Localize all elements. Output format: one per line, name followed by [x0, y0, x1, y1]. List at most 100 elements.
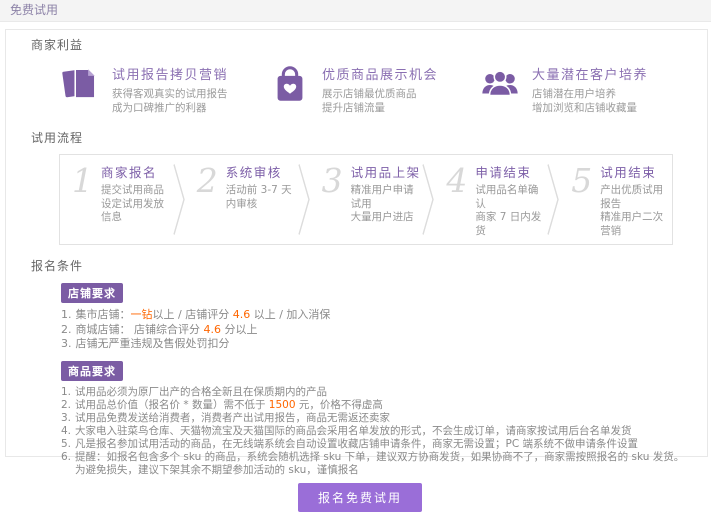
benefit-description: 提升店铺流量: [322, 101, 438, 115]
condition-item: 5.凡是报名参加试用活动的商品，在无线端系统会自动设置收藏店铺申请条件，商家无需…: [61, 438, 689, 451]
condition-item: 2. 试用品总价值（报名价 * 数量）需不低于 1500 元，价格不得虚高: [61, 399, 689, 412]
condition-segment: 凡是报名参加试用活动的商品，在无线端系统会自动设置收藏店铺申请条件，商家无需设置…: [75, 438, 638, 450]
condition-number: 6.: [61, 451, 71, 477]
condition-text: 凡是报名参加试用活动的商品，在无线端系统会自动设置收藏店铺申请条件，商家无需设置…: [75, 438, 689, 451]
conditions-heading: 报名条件: [31, 257, 689, 274]
step-title: 系统审核: [226, 162, 298, 181]
condition-segment: 试用品总价值（报名价 * 数量）需不低于: [75, 399, 269, 411]
step-description: 试用品名单确认: [475, 184, 547, 211]
condition-item: 1.集市店铺：一钻以上 / 店铺评分 4.6 以上 / 加入消保: [61, 308, 689, 323]
step-text: 商家报名提交试用商品设定试用发放信息: [101, 161, 173, 225]
condition-badge: 商品要求: [61, 361, 123, 381]
process-bar: 1商家报名提交试用商品设定试用发放信息2系统审核活动前 3-7 天内审核3试用品…: [59, 154, 673, 245]
condition-number: 1.: [61, 386, 71, 399]
footer: 报名免费试用: [31, 483, 689, 512]
highlighted-value: 4.6: [204, 323, 222, 336]
conditions-section: 报名条件 店铺要求 1.集市店铺：一钻以上 / 店铺评分 4.6 以上 / 加入消…: [31, 257, 689, 477]
condition-text: 提醒：如报名包含多个 sku 的商品，系统会随机选择 sku 下单，建议双方协商…: [75, 451, 689, 477]
step-number: 2: [197, 161, 218, 201]
condition-number: 3.: [61, 337, 72, 352]
step-number: 5: [571, 161, 592, 201]
benefit-text: 试用报告拷贝营销获得客观真实的试用报告成为口碑推广的利器: [112, 63, 228, 115]
condition-list: 1.集市店铺：一钻以上 / 店铺评分 4.6 以上 / 加入消保2. 商城店铺： …: [61, 308, 689, 352]
condition-segment: 提醒：如报名包含多个 sku 的商品，系统会随机选择 sku 下单，建议双方协商…: [75, 451, 684, 476]
benefits-heading: 商家利益: [31, 36, 689, 53]
condition-groups: 店铺要求1.集市店铺：一钻以上 / 店铺评分 4.6 以上 / 加入消保2.商城…: [31, 282, 689, 477]
process-section: 试用流程 1商家报名提交试用商品设定试用发放信息2系统审核活动前 3-7 天内审…: [31, 129, 689, 245]
condition-number: 1.: [61, 308, 72, 323]
process-step: 2系统审核活动前 3-7 天内审核: [185, 161, 298, 238]
condition-item: 1. 试用品必须为原厂出产的合格全新且在保质期内的产品: [61, 386, 689, 399]
condition-item: 4.大家电入驻菜鸟仓库、天猫物流宝及天猫国际的商品会采用名单发放的形式，不会生成…: [61, 425, 689, 438]
benefit-description: 展示店铺最优质商品: [322, 87, 438, 101]
condition-segment: 试用品必须为原厂出产的合格全新且在保质期内的产品: [75, 386, 327, 398]
condition-group: 店铺要求 1.集市店铺：一钻以上 / 店铺评分 4.6 以上 / 加入消保2. 商城…: [61, 282, 689, 352]
condition-segment: 店铺无严重违规及售假处罚扣分: [76, 337, 230, 350]
chevron-right-icon: [547, 161, 559, 238]
benefits-row: 试用报告拷贝营销获得客观真实的试用报告成为口碑推广的利器 优质商品展示机会展示店铺…: [59, 63, 689, 115]
highlighted-value: 一钻: [131, 308, 153, 321]
bag-heart-icon: [269, 63, 311, 105]
condition-text: 大家电入驻菜鸟仓库、天猫物流宝及天猫国际的商品会采用名单发放的形式，不会生成订单…: [75, 425, 689, 438]
benefit-description: 店铺潜在用户培养: [532, 87, 648, 101]
step-text: 申请结束试用品名单确认商家 7 日内发货: [475, 161, 547, 238]
condition-number: 3.: [61, 412, 71, 425]
benefit-title: 优质商品展示机会: [322, 64, 438, 83]
signup-button[interactable]: 报名免费试用: [298, 483, 422, 512]
condition-badge: 店铺要求: [61, 283, 123, 303]
benefit-item: 优质商品展示机会展示店铺最优质商品提升店铺流量: [269, 63, 479, 115]
chevron-right-icon: [173, 161, 185, 238]
benefit-description: 增加浏览和店铺收藏量: [532, 101, 648, 115]
step-text: 试用结束产出优质试用报告精准用户二次营销: [600, 161, 672, 238]
process-heading: 试用流程: [31, 129, 689, 146]
step-number: 1: [72, 161, 93, 201]
step-description: 商家 7 日内发货: [475, 211, 547, 238]
chevron-right-icon: [298, 161, 310, 238]
step-description: 设定试用发放信息: [101, 198, 173, 225]
page-title: 免费试用: [10, 3, 58, 17]
step-text: 系统审核活动前 3-7 天内审核: [226, 161, 298, 211]
process-step: 3试用品上架精准用户申请试用大量用户进店: [310, 161, 423, 238]
condition-segment: 分以上: [221, 323, 258, 336]
step-description: 精准用户二次营销: [600, 211, 672, 238]
step-text: 试用品上架精准用户申请试用大量用户进店: [351, 161, 423, 225]
highlighted-value: 4.6: [233, 308, 251, 321]
benefit-text: 大量潜在客户培养店铺潜在用户培养增加浏览和店铺收藏量: [532, 63, 648, 115]
step-number: 3: [322, 161, 343, 201]
condition-item: 6.提醒：如报名包含多个 sku 的商品，系统会随机选择 sku 下单，建议双方…: [61, 451, 689, 477]
condition-number: 2.: [61, 323, 72, 338]
benefit-item: 试用报告拷贝营销获得客观真实的试用报告成为口碑推广的利器: [59, 63, 269, 115]
step-description: 精准用户申请试用: [351, 184, 423, 211]
page-header: 免费试用: [0, 0, 711, 22]
process-step: 5试用结束产出优质试用报告精准用户二次营销: [559, 161, 672, 238]
condition-text: 商城店铺： 店铺综合评分 4.6 分以上: [76, 323, 690, 338]
condition-segment: 商城店铺： 店铺综合评分: [76, 323, 204, 336]
process-step: 4申请结束试用品名单确认商家 7 日内发货: [434, 161, 547, 238]
benefit-item: 大量潜在客户培养店铺潜在用户培养增加浏览和店铺收藏量: [479, 63, 689, 115]
step-number: 4: [446, 161, 467, 201]
condition-segment: 大家电入驻菜鸟仓库、天猫物流宝及天猫国际的商品会采用名单发放的形式，不会生成订单…: [75, 425, 632, 437]
benefit-text: 优质商品展示机会展示店铺最优质商品提升店铺流量: [322, 63, 438, 115]
highlighted-value: 1500: [269, 399, 296, 411]
step-title: 试用品上架: [351, 162, 423, 181]
step-title: 商家报名: [101, 162, 173, 181]
condition-segment: 试用品免费发送给消费者，消费者产出试用报告，商品无需返还卖家: [75, 412, 390, 424]
condition-list: 1. 试用品必须为原厂出产的合格全新且在保质期内的产品 2. 试用品总价值（报名价 *…: [61, 386, 689, 477]
users-icon: [479, 63, 521, 105]
condition-segment: 以上 / 加入消保: [250, 308, 330, 321]
condition-text: 试用品免费发送给消费者，消费者产出试用报告，商品无需返还卖家: [75, 412, 689, 425]
condition-item: 2. 商城店铺： 店铺综合评分 4.6 分以上: [61, 323, 689, 338]
condition-item: 3. 试用品免费发送给消费者，消费者产出试用报告，商品无需返还卖家: [61, 412, 689, 425]
step-description: 大量用户进店: [351, 211, 423, 225]
content-panel: 商家利益 试用报告拷贝营销获得客观真实的试用报告成为口碑推广的利器 优质商品展示机…: [5, 29, 708, 457]
condition-text: 试用品必须为原厂出产的合格全新且在保质期内的产品: [75, 386, 689, 399]
condition-number: 2.: [61, 399, 71, 412]
condition-text: 店铺无严重违规及售假处罚扣分: [76, 337, 690, 352]
chevron-right-icon: [422, 161, 434, 238]
benefit-title: 试用报告拷贝营销: [112, 64, 228, 83]
step-description: 提交试用商品: [101, 184, 173, 198]
step-description: 产出优质试用报告: [600, 184, 672, 211]
benefit-title: 大量潜在客户培养: [532, 64, 648, 83]
benefits-section: 商家利益 试用报告拷贝营销获得客观真实的试用报告成为口碑推广的利器 优质商品展示机…: [31, 36, 689, 115]
condition-segment: 元，价格不得虚高: [296, 399, 383, 411]
